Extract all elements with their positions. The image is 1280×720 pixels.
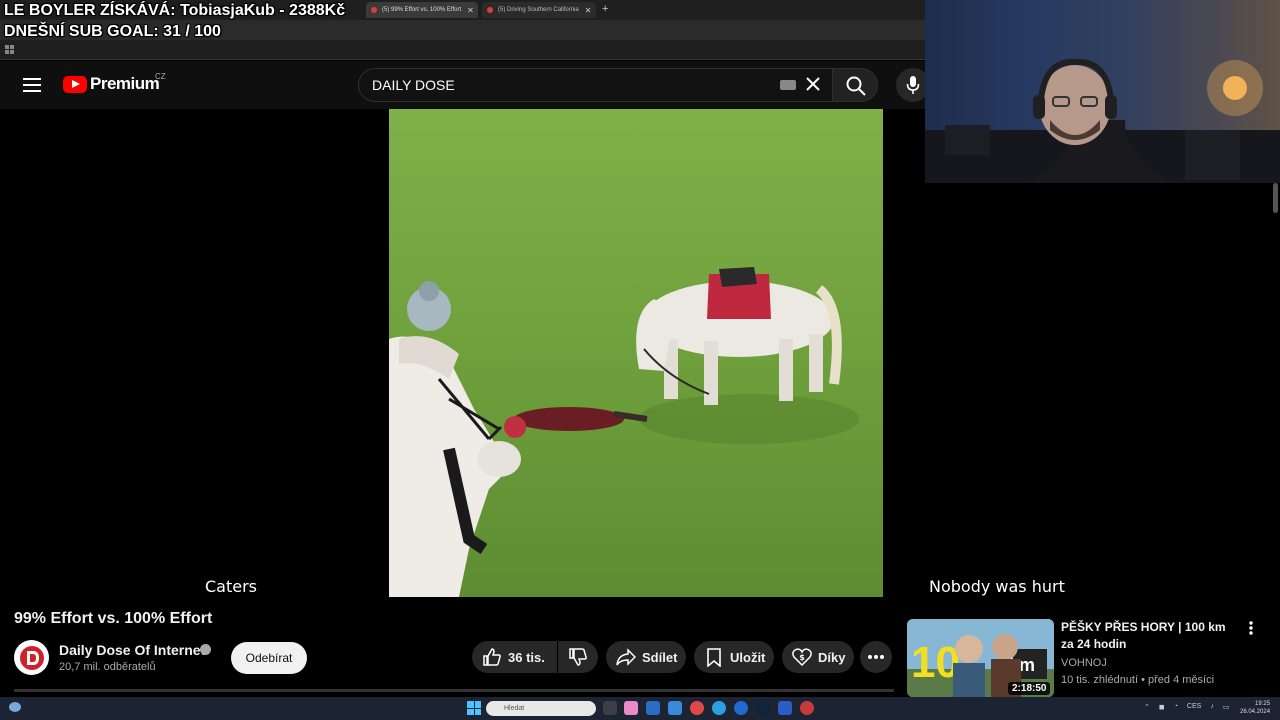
super-thanks-icon: $ [792,648,812,667]
search-input-value: DAILY DOSE [372,77,455,93]
microphone-icon [906,76,920,94]
tab-label: (5) Driving Southern California [498,7,579,13]
webcam-feed [925,0,1280,183]
thanks-label: Díky [818,649,846,665]
clock-time: 19:25 [1255,701,1271,707]
edge-icon[interactable] [668,701,682,715]
search-button[interactable] [832,68,878,102]
windows-taskbar [0,697,1280,720]
caption-left: Caters [205,577,258,596]
channel-avatar[interactable] [14,640,49,675]
thumbs-down-icon [569,648,587,666]
store-icon[interactable] [646,701,660,715]
steam-icon[interactable] [756,701,770,715]
task-view-icon[interactable] [603,701,617,715]
battery-icon: ▭ [1222,704,1230,711]
chevron-up-icon[interactable]: ⌃ [1144,703,1150,711]
stream-donation-text: LE BOYLER ZÍSKÁVÁ: TobiasjaKub - 2388Kč [4,2,346,19]
windows-start-icon[interactable] [467,701,481,715]
logo-text: Premium [90,74,160,93]
video-player[interactable] [389,109,883,597]
save-label: Uložit [730,649,766,665]
video-title: 99% Effort vs. 100% Effort [14,610,213,627]
recommended-title[interactable]: PĚŠKY PŘES HORY | 100 km za 24 hodin [1061,619,1241,653]
tab-label: (5) 99% Effort vs. 100% Effort [382,7,462,13]
video-frame [389,109,883,597]
thanks-button[interactable]: $ Díky [782,641,854,673]
comments-divider [14,689,894,692]
taskbar-search-input[interactable]: Hledat [486,701,596,716]
tab-current[interactable]: (5) 99% Effort vs. 100% Effort ✕ [366,2,478,18]
shield-icon: ◼ [1158,704,1165,711]
share-label: Sdílet [642,649,678,665]
share-icon [616,648,636,666]
tab-close-icon[interactable]: ✕ [461,6,474,15]
network-icon: ◔ [1173,703,1178,710]
tab-driving[interactable]: (5) Driving Southern California ✕ [482,2,596,18]
svg-text:$: $ [799,653,805,662]
like-button[interactable]: 36 tis. [472,641,557,673]
taskbar-clock[interactable]: 19:25 26.04.2024 [1240,700,1270,716]
webcam-overlay [925,0,1280,183]
weather-icon[interactable] [9,702,21,712]
dislike-button[interactable] [558,641,598,673]
youtube-favicon-icon [371,7,377,13]
app-icon[interactable] [734,701,748,715]
share-button[interactable]: Sdílet [606,641,686,673]
like-count: 36 tis. [508,649,545,665]
youtube-play-icon [63,75,87,93]
hamburger-menu-icon[interactable] [23,78,41,92]
thumbs-up-icon [483,648,501,666]
save-button[interactable]: Uložit [694,641,774,673]
apps-grid-icon[interactable] [5,45,14,54]
speaker-icon[interactable]: ♪ [1210,703,1214,711]
system-tray[interactable]: ⌃ ◼ ◔ CES ♪ ▭ [1144,703,1229,711]
youtube-favicon-icon [487,7,493,13]
more-actions-button[interactable] [860,641,892,673]
clear-search-icon[interactable] [803,74,823,94]
browser-icon[interactable] [712,701,726,715]
page-scrollbar[interactable] [1273,183,1278,213]
bookmarks-bar [0,40,925,60]
search-icon [846,76,866,96]
obs-icon[interactable] [800,701,814,715]
more-vertical-icon[interactable] [1244,620,1258,636]
subscriber-count: 20,7 mil. odběratelů [59,661,156,673]
channel-logo-icon [19,645,44,670]
widgets-icon[interactable] [624,701,638,715]
svg-text:10: 10 [911,638,960,687]
video-duration: 2:18:50 [1008,682,1051,695]
recommended-meta: 10 tis. zhlédnutí • před 4 měsíci [1061,674,1215,686]
youtube-premium-logo[interactable]: Premium [63,74,160,94]
more-horizontal-icon [868,655,884,659]
subscribe-button[interactable]: Odebírat [231,642,307,674]
new-tab-icon[interactable]: + [602,3,608,15]
tab-close-icon[interactable]: ✕ [579,6,592,15]
app-icon[interactable] [778,701,792,715]
clock-date: 26.04.2024 [1240,709,1271,715]
country-code: CZ [155,72,166,81]
caption-right: Nobody was hurt [929,577,1065,596]
stream-sub-goal-text: DNEŠNÍ SUB GOAL: 31 / 100 [4,23,221,40]
language-indicator[interactable]: CES [1187,703,1201,711]
verified-badge-icon [200,644,211,655]
channel-name[interactable]: Daily Dose Of Internet [59,642,205,658]
chrome-icon[interactable] [690,701,704,715]
keyboard-icon[interactable] [780,80,796,90]
recommended-channel[interactable]: VOHNOJ [1061,657,1107,669]
bookmark-icon [707,648,721,667]
